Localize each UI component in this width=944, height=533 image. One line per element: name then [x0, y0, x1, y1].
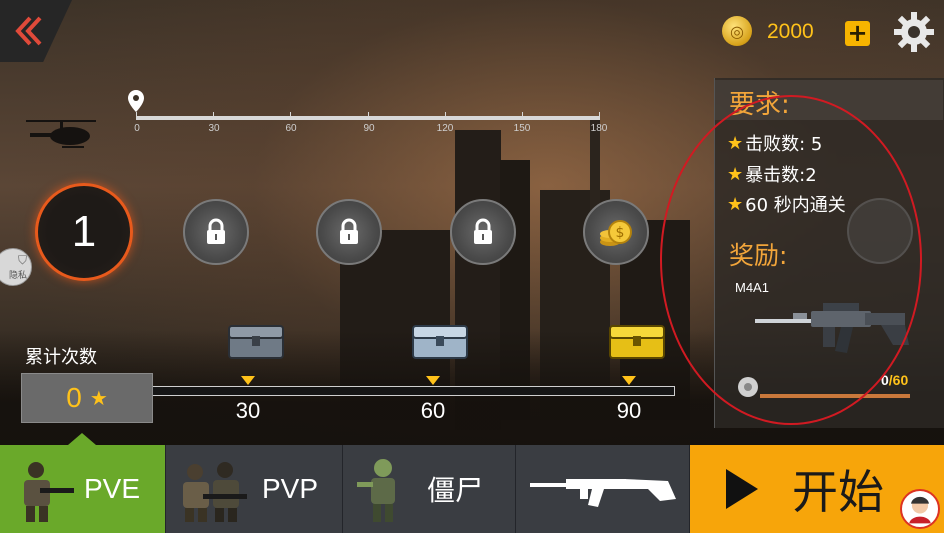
bottom-tab-bar: PVE PVP 僵尸 开始 [0, 433, 944, 533]
ruler-tick-label: 30 [208, 123, 220, 134]
star-icon: ★ [89, 387, 108, 410]
add-coins-button[interactable]: + [845, 21, 870, 46]
coin-stack-icon: $ [600, 220, 632, 246]
ruler-tick [599, 112, 600, 120]
ruler-tick [213, 112, 214, 120]
cumulative-count: 0 [66, 382, 82, 413]
ruler-tick [290, 112, 291, 120]
tab-zombie[interactable]: 僵尸 [343, 445, 516, 533]
level-node-locked[interactable] [450, 199, 516, 265]
play-icon [726, 469, 758, 509]
reward-progress-max: /60 [888, 372, 909, 388]
chest-icon-silver[interactable] [225, 322, 287, 362]
progress-ruler: 0 30 60 90 120 150 180 [128, 90, 608, 140]
milestone-arrow-icon [241, 376, 255, 385]
level-node-current[interactable]: 1 [35, 183, 133, 281]
ruler-tick [368, 112, 369, 120]
avatar[interactable] [900, 489, 940, 529]
privacy-label: 隐私 [8, 271, 27, 281]
shield-icon: ⛉ [17, 253, 27, 267]
milestone-label: 60 [420, 398, 446, 423]
chest-icon-gold[interactable] [606, 322, 668, 362]
tab-weapons[interactable] [516, 445, 690, 533]
tab-pvp[interactable]: PVP [166, 445, 343, 533]
lock-icon [340, 218, 358, 244]
zombie-icon [357, 459, 395, 522]
level-node-locked[interactable] [316, 199, 382, 265]
lock-icon [474, 218, 492, 244]
milestone-label: 90 [616, 398, 642, 423]
cumulative-count-box: 0 ★ [21, 373, 153, 423]
ruler-tick-label: 90 [363, 123, 375, 134]
milestone-arrow-icon [622, 376, 636, 385]
cumulative-progress-bar [153, 386, 675, 396]
cumulative-label: 累计次数 [25, 347, 97, 368]
ruler-tick [522, 112, 523, 120]
level-node-coin-reward[interactable]: $ [583, 199, 649, 265]
coin-balance: 2000 [767, 20, 814, 43]
ruler-tick-label: 0 [134, 123, 140, 134]
ruler-tick-label: 180 [590, 123, 608, 134]
tab-zombie-label: 僵尸 [427, 475, 484, 506]
milestone-arrow-icon [426, 376, 440, 385]
tab-pve-label: PVE [84, 473, 141, 504]
ak47-icon [529, 479, 676, 507]
lock-icon [207, 218, 225, 244]
gear-icon[interactable] [892, 10, 936, 54]
annotation-circle [660, 95, 922, 425]
level-node-locked[interactable] [183, 199, 249, 265]
ruler-tick-label: 150 [513, 123, 531, 134]
tab-pvp-label: PVP [262, 473, 319, 504]
double-chevron-left-icon [15, 16, 42, 46]
milestone-label: 30 [235, 398, 261, 423]
start-label: 开始 [792, 465, 884, 519]
ruler-tick [136, 112, 137, 120]
helicopter-silhouette [26, 120, 96, 148]
soldier-icon [24, 462, 74, 522]
tab-pve[interactable]: PVE [0, 433, 166, 533]
ruler-tick-label: 120 [436, 123, 454, 134]
ruler-tick [445, 112, 446, 120]
chest-icon-blue[interactable] [409, 322, 471, 362]
coin-icon: ◎ [722, 16, 752, 46]
active-tab-indicator [68, 433, 96, 445]
player-avatar-icon [909, 496, 931, 524]
ruler-tick-label: 60 [285, 123, 297, 134]
svg-text:$: $ [616, 225, 625, 241]
soldiers-icon [183, 462, 247, 522]
